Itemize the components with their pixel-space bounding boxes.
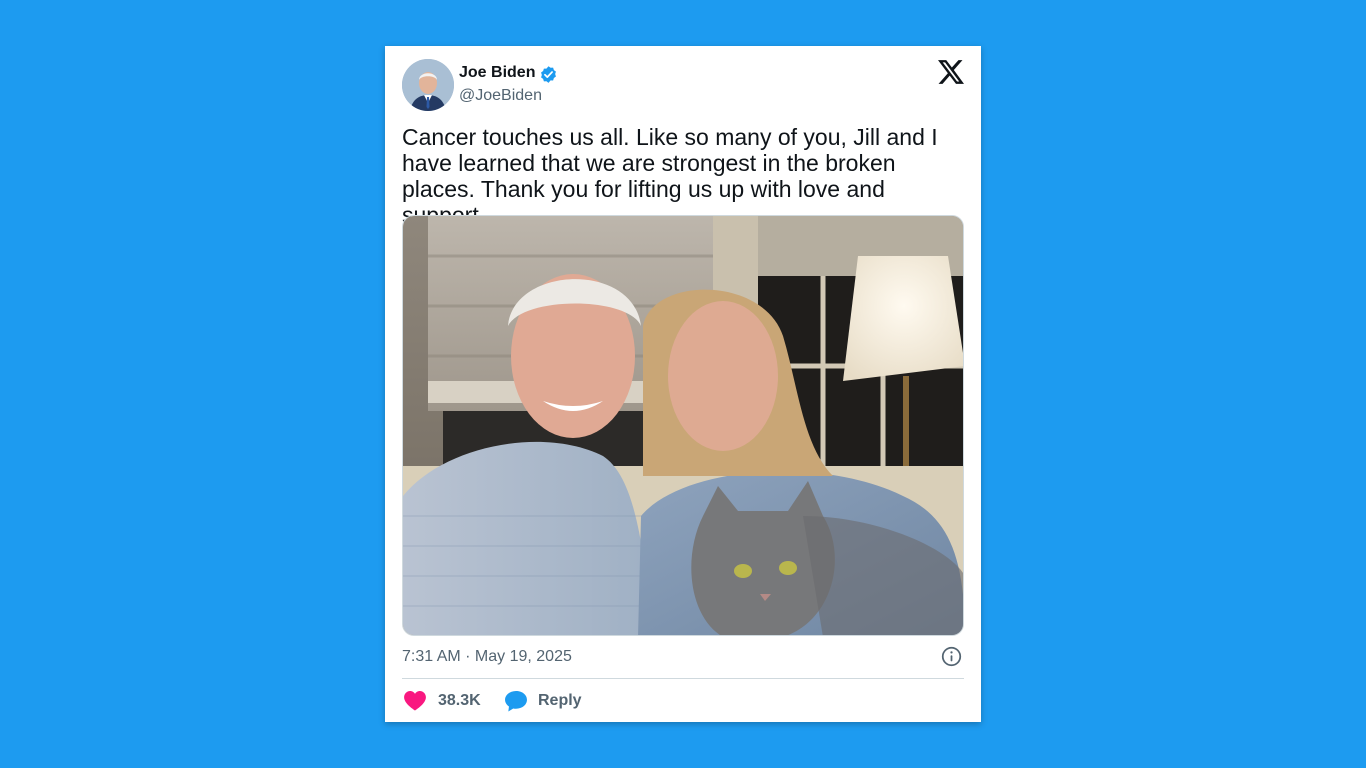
- reply-label: Reply: [538, 692, 582, 709]
- reply-button[interactable]: Reply: [505, 690, 582, 712]
- tweet-photo[interactable]: [402, 215, 964, 636]
- verified-badge-icon: [541, 66, 556, 83]
- like-button[interactable]: 38.3K: [404, 690, 481, 712]
- speech-bubble-icon: [505, 690, 527, 712]
- info-icon[interactable]: [941, 646, 962, 667]
- divider: [402, 678, 964, 679]
- like-count: 38.3K: [438, 692, 481, 709]
- author-handle[interactable]: @JoeBiden: [459, 87, 542, 105]
- x-logo-icon[interactable]: [938, 60, 964, 84]
- tweet-timestamp[interactable]: 7:31 AM · May 19, 2025: [402, 648, 572, 666]
- author-name[interactable]: Joe Biden: [459, 64, 535, 82]
- avatar[interactable]: [402, 59, 454, 111]
- tweet-card: Joe Biden @JoeBiden Cancer touches us al…: [385, 46, 981, 722]
- tweet-text: Cancer touches us all. Like so many of y…: [402, 124, 938, 228]
- heart-icon: [404, 691, 426, 711]
